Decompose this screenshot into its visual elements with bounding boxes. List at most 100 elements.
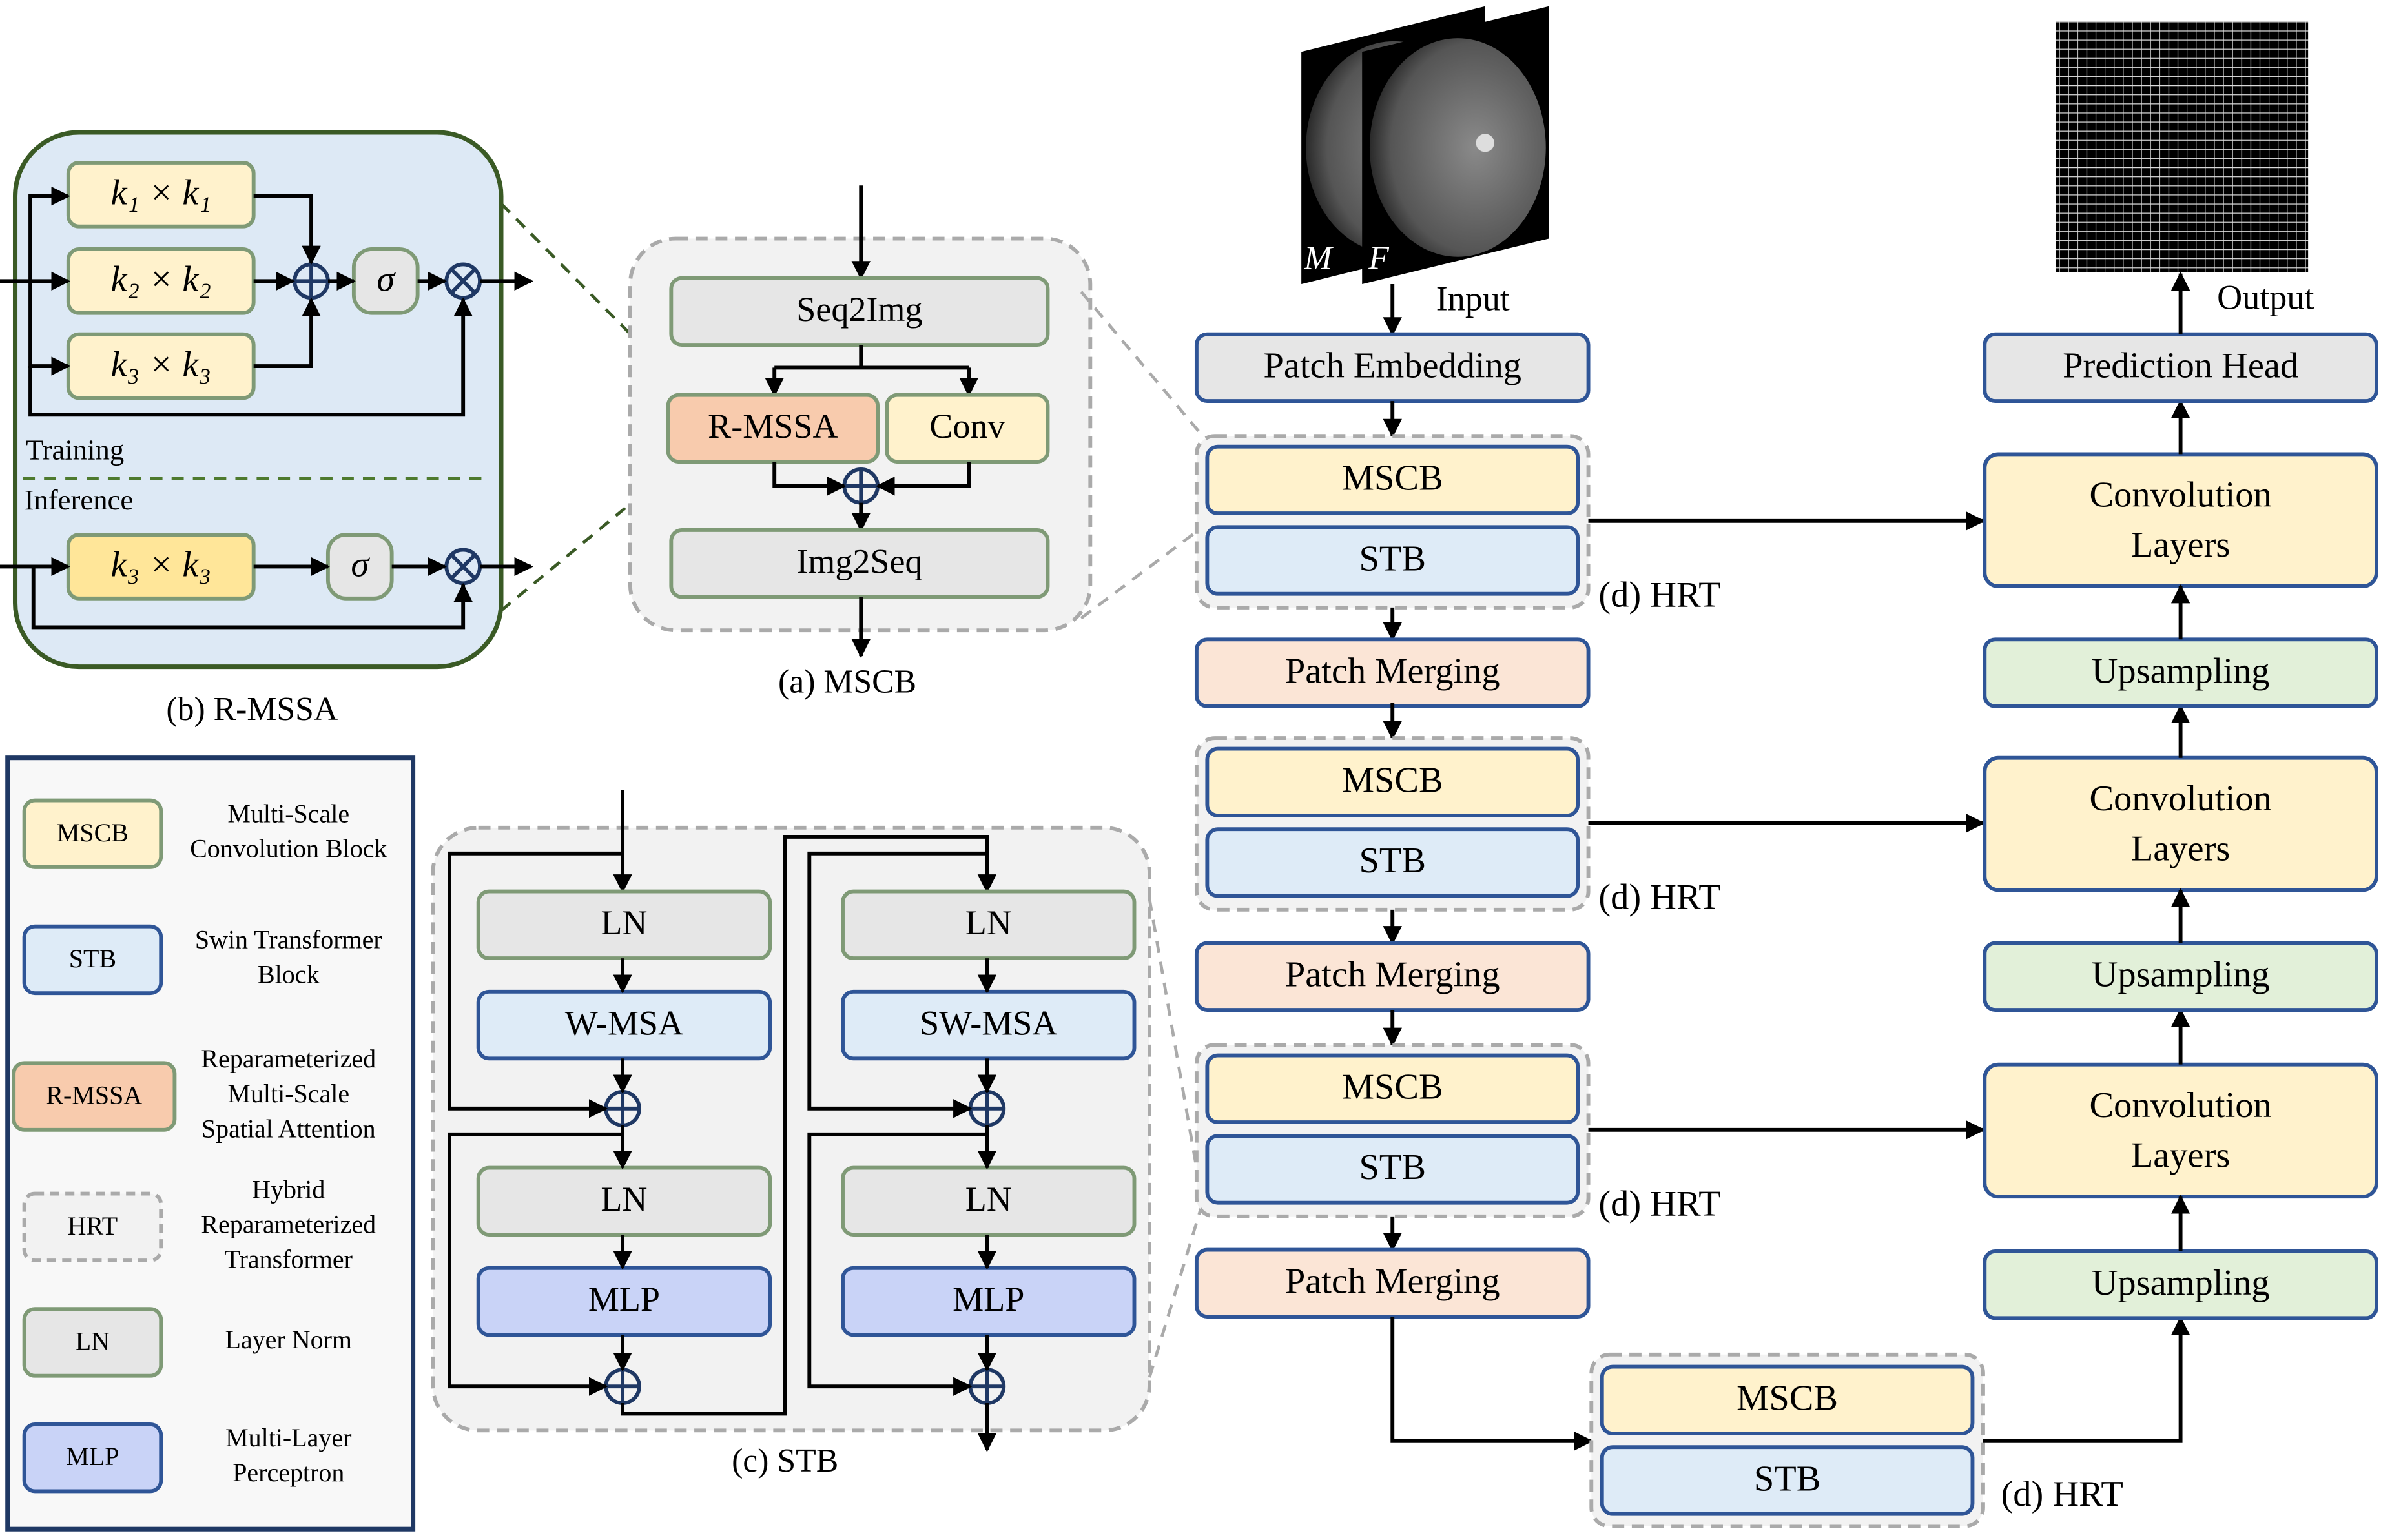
layer-norm-box: LN (476, 889, 772, 961)
hrt-label: (d) HRT (2001, 1474, 2123, 1514)
add-icon (968, 1090, 1006, 1127)
layer-norm-box: LN (841, 1165, 1137, 1237)
sigmoid-inference-box: σ (325, 533, 394, 601)
conv-k3-inference-box-label: k₃ × k₃ (110, 545, 211, 585)
stb-box: STB (1205, 1134, 1580, 1205)
conv-layers-label: Layers (2131, 828, 2231, 868)
legend-swatch-r-mssa-label: R-MSSA (46, 1081, 142, 1110)
mscb-box: MSCB (1600, 1364, 1975, 1436)
legend-description: Block (258, 960, 319, 989)
legend-description: Multi-Scale (227, 1079, 349, 1108)
img2seq-box-label: Img2Seq (796, 542, 922, 580)
stb-box-label: STB (1359, 539, 1425, 579)
legend-swatch-r-mssa: R-MSSA (12, 1061, 177, 1132)
output-label: Output (2217, 278, 2314, 316)
patch-merging-box: Patch Merging (1194, 1247, 1591, 1319)
mscb-box: MSCB (1205, 444, 1580, 516)
fixed-image-label: F (1368, 240, 1390, 277)
patch-merging-box: Patch Merging (1194, 941, 1591, 1012)
patch-merging-box-label: Patch Merging (1285, 1262, 1500, 1302)
upsampling-box-label: Upsampling (2092, 1263, 2270, 1303)
conv-k1-box-label: k₁ × k₁ (110, 173, 211, 213)
stb-box-label: STB (1359, 841, 1425, 881)
conv-layers-label: Convolution (2090, 475, 2272, 515)
legend-swatch-ln: LN (22, 1307, 163, 1378)
seq2img-box: Seq2Img (669, 276, 1050, 347)
legend-swatch-hrt-label: HRT (68, 1211, 118, 1240)
hrt-label: (d) HRT (1598, 1184, 1720, 1224)
stb-box: STB (1205, 827, 1580, 898)
inference-label: Inference (25, 484, 134, 516)
input-images (1301, 6, 1549, 285)
rmssa-box: R-MSSA (666, 393, 880, 464)
mlp-box: MLP (841, 1266, 1137, 1337)
legend (5, 755, 416, 1532)
legend-swatch-mscb-label: MSCB (57, 818, 129, 847)
sigmoid-box: σ (351, 247, 420, 315)
conv-layers-label: Layers (2131, 1135, 2231, 1175)
prediction-head-box-label: Prediction Head (2063, 346, 2298, 386)
legend-swatch-stb-label: STB (69, 944, 116, 973)
conv-layers-label: Convolution (2090, 1085, 2272, 1125)
upsampling-box: Upsampling (1983, 1249, 2378, 1320)
conv-k2-box-label: k₂ × k₂ (110, 260, 211, 300)
stb-box-label: STB (1359, 1147, 1425, 1187)
layer-norm-box-label: LN (965, 903, 1012, 942)
moving-image-label: M (1303, 240, 1334, 277)
add-icon (604, 1090, 641, 1127)
upsampling-box-label: Upsampling (2092, 955, 2270, 995)
mlp-box: MLP (476, 1266, 772, 1337)
architecture-diagram: k₁ × k₁ k₂ × k₂ k₃ × k₃ σ Training Inference k… (0, 6, 2378, 1532)
mscb-box-label: MSCB (1342, 1067, 1443, 1107)
stb-box-label: STB (1754, 1459, 1820, 1499)
stb-caption: (c) STB (732, 1442, 838, 1479)
output-deformation-grid (2056, 21, 2309, 272)
mlp-box-label: MLP (588, 1280, 660, 1319)
prediction-head-box: Prediction Head (1983, 332, 2378, 404)
mscb-caption: (a) MSCB (778, 664, 916, 701)
legend-description: Convolution Block (190, 834, 387, 863)
legend-swatch-ln-label: LN (76, 1327, 110, 1356)
sigmoid-inference-box-label: σ (351, 545, 370, 585)
legend-description: Hybrid (252, 1175, 325, 1204)
legend-description: Perceptron (232, 1458, 344, 1487)
add-icon (604, 1368, 641, 1405)
conv-k3-box-label: k₃ × k₃ (110, 344, 211, 384)
layer-norm-box: LN (841, 889, 1137, 961)
add-icon (293, 262, 330, 300)
conv-layers-label: Layers (2131, 525, 2231, 565)
patch-embedding-box: Patch Embedding (1194, 332, 1591, 404)
mscb-box-label: MSCB (1342, 458, 1443, 498)
legend-description: Reparameterized (201, 1044, 376, 1073)
rmssa-box-label: R-MSSA (708, 407, 838, 446)
mscb-box-label: MSCB (1342, 761, 1443, 801)
layer-norm-box-label: LN (601, 1180, 647, 1218)
hrt-label: (d) HRT (1598, 878, 1720, 918)
legend-description: Transformer (225, 1245, 353, 1274)
add-icon (842, 467, 880, 505)
w-msa-box-label: W-MSA (565, 1003, 683, 1042)
seq2img-box-label: Seq2Img (796, 290, 922, 329)
patch-merging-box-label: Patch Merging (1285, 955, 1500, 995)
hrt-label: (d) HRT (1598, 575, 1720, 615)
upsampling-box: Upsampling (1983, 637, 2378, 708)
legend-description: Reparameterized (201, 1209, 376, 1238)
mscb-box: MSCB (1205, 1053, 1580, 1124)
training-label: Training (26, 433, 124, 466)
layer-norm-box: LN (476, 1165, 772, 1237)
stb-box: STB (1600, 1445, 1975, 1516)
img2seq-box: Img2Seq (669, 528, 1050, 599)
conv-k1-box: k₁ × k₁ (66, 160, 256, 229)
patch-merging-box-label: Patch Merging (1285, 651, 1500, 691)
conv-k2-box: k₂ × k₂ (66, 247, 256, 315)
convolution-layers-box: Convolution Layers (1983, 755, 2378, 892)
zoom-line (1080, 291, 1204, 437)
legend-description: Layer Norm (225, 1325, 352, 1354)
conv-k3-inference-box: k₃ × k₃ (66, 533, 256, 601)
convolution-layers-box: Convolution Layers (1983, 452, 2378, 588)
upsampling-box: Upsampling (1983, 941, 2378, 1012)
legend-description: Swin Transformer (195, 925, 382, 954)
legend-description: Multi-Scale (227, 799, 349, 828)
mscb-box-label: MSCB (1737, 1379, 1838, 1419)
layer-norm-box-label: LN (965, 1180, 1012, 1218)
